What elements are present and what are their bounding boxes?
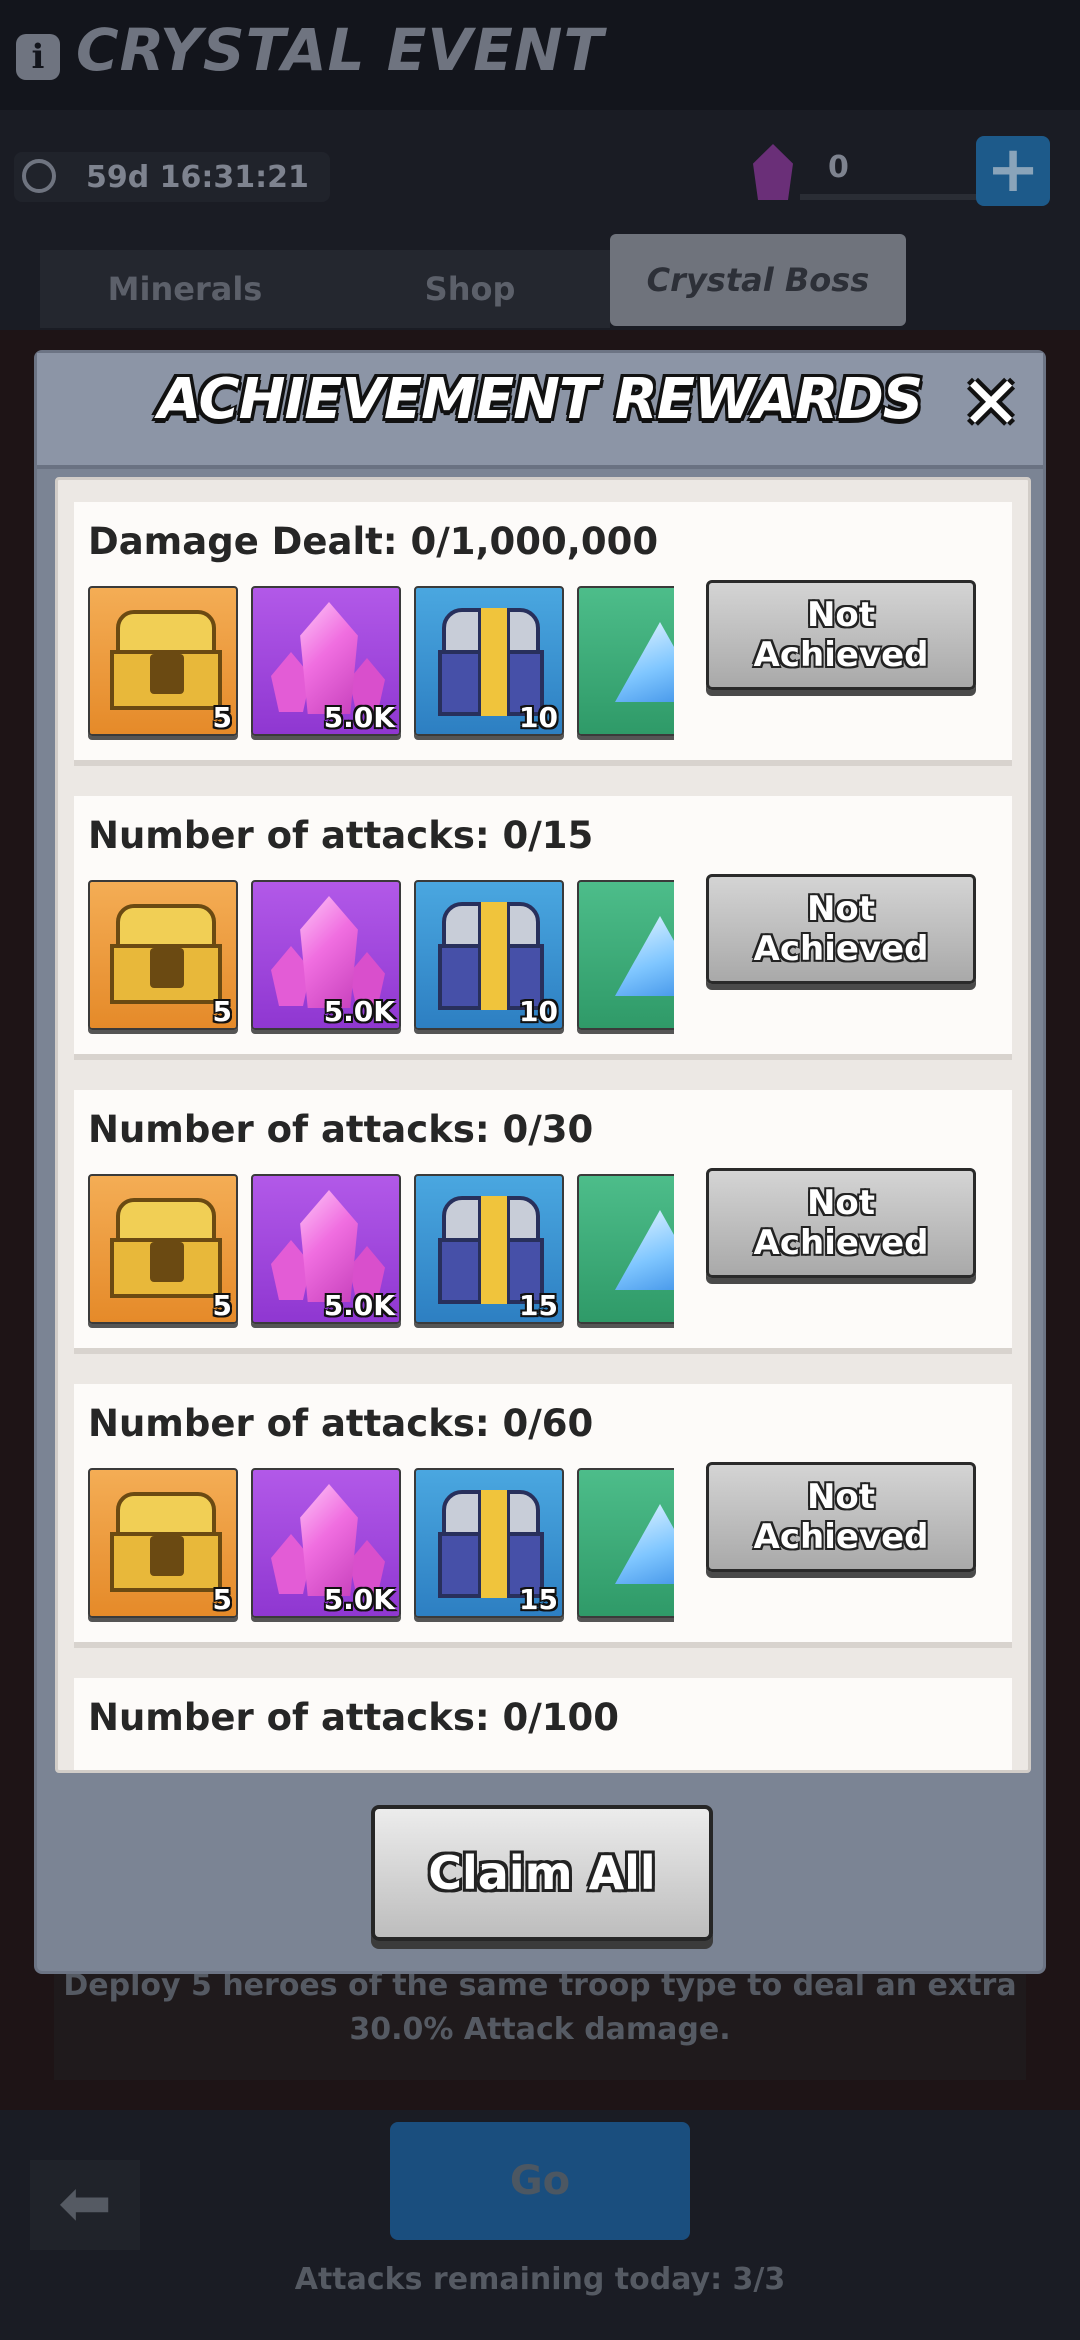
modal-title: ACHIEVEMENT REWARDS [157, 367, 923, 432]
reward-qty: 10 [519, 995, 558, 1028]
gold-chest-reward[interactable]: 5 [88, 586, 238, 736]
achievement-title: Number of attacks: 0/15 [88, 814, 594, 857]
event-timer: 59d 16:31:21 [14, 152, 330, 202]
reward-strip[interactable]: 5 5.0K 15 [88, 1468, 674, 1624]
reward-strip[interactable]: 5 5.0K 10 [88, 586, 674, 742]
timer-text: 59d 16:31:21 [86, 160, 309, 195]
triangle-gem-reward[interactable] [577, 1174, 674, 1324]
modal-header: ACHIEVEMENT REWARDS ✕ [37, 353, 1043, 469]
go-button[interactable]: Go [390, 2122, 690, 2240]
reward-qty: 5 [212, 701, 232, 734]
not-achieved-button[interactable]: Not Achieved [706, 1462, 976, 1572]
reward-qty: 5 [212, 1583, 232, 1616]
reward-strip[interactable]: 5 5.0K 10 [88, 880, 674, 1036]
reward-strip[interactable]: 5 5.0K 15 [88, 1174, 674, 1330]
achievement-title: Number of attacks: 0/30 [88, 1108, 594, 1151]
not-achieved-button[interactable]: Not Achieved [706, 580, 976, 690]
reward-qty: 5.0K [323, 1583, 395, 1616]
blue-chest-reward[interactable]: 10 [414, 880, 564, 1030]
triangle-gem-reward[interactable] [577, 1468, 674, 1618]
achievement-title: Number of attacks: 0/100 [88, 1696, 620, 1739]
event-title: CRYSTAL EVENT [76, 16, 605, 84]
pink-crystal-reward[interactable]: 5.0K [251, 1174, 401, 1324]
back-arrow-icon: ⬅ [58, 2167, 112, 2241]
achievement-list[interactable]: Damage Dealt: 0/1,000,000 5 5.0K 10 Not … [55, 477, 1031, 1773]
gold-chest-icon [110, 1492, 222, 1592]
info-icon[interactable]: i [16, 34, 60, 80]
reward-qty: 5.0K [323, 995, 395, 1028]
crystal-track [800, 194, 980, 200]
close-icon[interactable]: ✕ [957, 367, 1025, 439]
crystal-count: 0 [828, 150, 849, 185]
gold-chest-reward[interactable]: 5 [88, 880, 238, 1030]
reward-qty: 15 [519, 1583, 558, 1616]
achievement-card: Number of attacks: 0/30 5 5.0K 15 Not Ac… [74, 1090, 1012, 1354]
claim-all-button[interactable]: Claim All [371, 1805, 713, 1941]
blue-triangle-gem-icon [615, 916, 674, 996]
triangle-gem-reward[interactable] [577, 880, 674, 1030]
achievement-card: Number of attacks: 0/60 5 5.0K 15 Not Ac… [74, 1384, 1012, 1648]
gold-chest-icon [110, 904, 222, 1004]
pink-crystal-reward[interactable]: 5.0K [251, 586, 401, 736]
achievement-rewards-modal: ACHIEVEMENT REWARDS ✕ Damage Dealt: 0/1,… [34, 350, 1046, 1974]
blue-chest-reward[interactable]: 10 [414, 586, 564, 736]
not-achieved-button[interactable]: Not Achieved [706, 1168, 976, 1278]
gold-chest-reward[interactable]: 5 [88, 1174, 238, 1324]
achievement-card: Number of attacks: 0/100 [74, 1678, 1012, 1770]
add-crystal-button[interactable]: + [976, 136, 1050, 206]
reward-qty: 15 [519, 1289, 558, 1322]
clock-icon [22, 159, 56, 193]
reward-qty: 5.0K [323, 701, 395, 734]
blue-chest-reward[interactable]: 15 [414, 1174, 564, 1324]
achievement-title: Damage Dealt: 0/1,000,000 [88, 520, 659, 563]
not-achieved-button[interactable]: Not Achieved [706, 874, 976, 984]
back-button[interactable]: ⬅ [30, 2160, 140, 2250]
reward-qty: 5 [212, 995, 232, 1028]
triangle-gem-reward[interactable] [577, 586, 674, 736]
tab-crystal-boss[interactable]: Crystal Boss [610, 234, 906, 326]
pink-crystal-reward[interactable]: 5.0K [251, 880, 401, 1030]
attacks-remaining: Attacks remaining today: 3/3 [294, 2262, 786, 2297]
reward-qty: 5 [212, 1289, 232, 1322]
blue-chest-reward[interactable]: 15 [414, 1468, 564, 1618]
bonus-description: Deploy 5 heroes of the same troop type t… [63, 1968, 1017, 2047]
achievement-card: Number of attacks: 0/15 5 5.0K 10 Not Ac… [74, 796, 1012, 1060]
blue-triangle-gem-icon [615, 622, 674, 702]
achievement-card: Damage Dealt: 0/1,000,000 5 5.0K 10 Not … [74, 502, 1012, 766]
crystal-icon [753, 144, 793, 200]
achievement-title: Number of attacks: 0/60 [88, 1402, 594, 1445]
gold-chest-icon [110, 610, 222, 710]
pink-crystal-reward[interactable]: 5.0K [251, 1468, 401, 1618]
gold-chest-reward[interactable]: 5 [88, 1468, 238, 1618]
tab-shop[interactable]: Shop [330, 250, 610, 328]
blue-triangle-gem-icon [615, 1210, 674, 1290]
crystal-currency: 0 [748, 140, 980, 202]
blue-triangle-gem-icon [615, 1504, 674, 1584]
top-bar: i CRYSTAL EVENT [0, 0, 1080, 110]
reward-qty: 10 [519, 701, 558, 734]
gold-chest-icon [110, 1198, 222, 1298]
reward-qty: 5.0K [323, 1289, 395, 1322]
tab-minerals[interactable]: Minerals [40, 250, 330, 328]
